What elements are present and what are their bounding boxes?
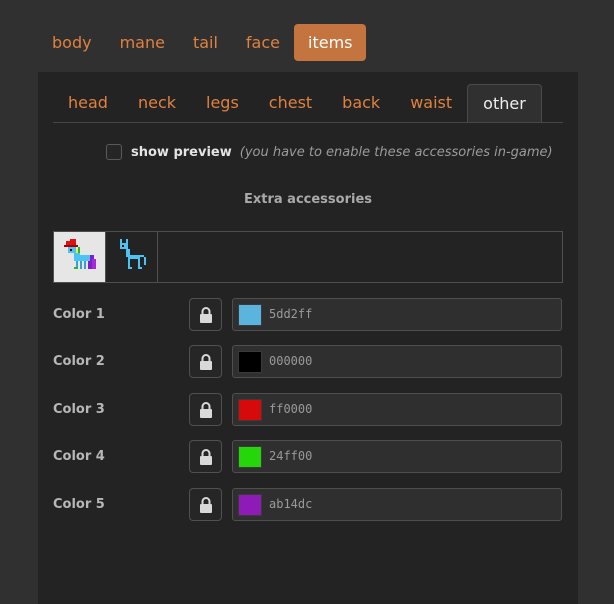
lock-icon [199, 401, 212, 418]
show-preview-checkbox[interactable] [106, 144, 122, 160]
color-hex-value[interactable]: ff0000 [269, 394, 312, 425]
color-label: Color 5 [53, 497, 105, 512]
tab-body[interactable]: body [38, 24, 106, 61]
tab-other[interactable]: other [467, 84, 542, 122]
color-label: Color 4 [53, 449, 105, 464]
lock-button[interactable] [189, 345, 222, 378]
color-input[interactable]: 24ff00 [232, 440, 562, 473]
tab-chest[interactable]: chest [254, 84, 327, 121]
color-input[interactable]: ab14dc [232, 488, 562, 521]
items-panel: head neck legs chest back waist other sh… [38, 72, 578, 604]
color-hex-value[interactable]: 000000 [269, 346, 312, 377]
pony-skeleton-icon [119, 239, 146, 269]
color-swatch[interactable] [238, 304, 262, 326]
show-preview-row: show preview (you have to enable these a… [106, 143, 553, 161]
item-category-tabs: head neck legs chest back waist other [53, 84, 563, 123]
color-input[interactable]: 5dd2ff [232, 298, 562, 331]
accessory-picker [53, 231, 563, 283]
lock-icon [199, 448, 212, 465]
lock-button[interactable] [189, 393, 222, 426]
color-swatch[interactable] [238, 446, 262, 468]
pony-with-hat-icon [63, 239, 96, 269]
lock-icon [199, 306, 212, 323]
color-input[interactable]: ff0000 [232, 393, 562, 426]
color-row-5: Color 5 ab14dc [53, 488, 563, 521]
color-row-3: Color 3 ff0000 [53, 393, 563, 426]
lock-button[interactable] [189, 488, 222, 521]
tab-mane[interactable]: mane [106, 24, 179, 61]
lock-button[interactable] [189, 298, 222, 331]
lock-icon [199, 496, 212, 513]
color-label: Color 2 [53, 354, 105, 369]
color-swatch[interactable] [238, 399, 262, 421]
color-row-1: Color 1 5dd2ff [53, 298, 563, 331]
color-hex-value[interactable]: ab14dc [269, 489, 312, 520]
tab-items[interactable]: items [294, 24, 367, 61]
color-label: Color 1 [53, 307, 105, 322]
color-input[interactable]: 000000 [232, 345, 562, 378]
tab-neck[interactable]: neck [123, 84, 191, 121]
accessory-slot-2[interactable] [106, 232, 158, 282]
color-hex-value[interactable]: 5dd2ff [269, 299, 312, 330]
color-row-4: Color 4 24ff00 [53, 440, 563, 473]
tab-tail[interactable]: tail [179, 24, 232, 61]
show-preview-label[interactable]: show preview [131, 145, 232, 160]
color-swatch[interactable] [238, 494, 262, 516]
tab-waist[interactable]: waist [395, 84, 467, 121]
color-row-2: Color 2 000000 [53, 345, 563, 378]
tab-face[interactable]: face [232, 24, 294, 61]
top-tab-bar: body mane tail face items [38, 24, 367, 62]
lock-icon [199, 353, 212, 370]
tab-back[interactable]: back [327, 84, 395, 121]
accessory-slot-1[interactable] [54, 232, 106, 282]
color-hex-value[interactable]: 24ff00 [269, 441, 312, 472]
lock-button[interactable] [189, 440, 222, 473]
show-preview-note: (you have to enable these accessories in… [239, 144, 553, 160]
color-swatch[interactable] [238, 351, 262, 373]
tab-head[interactable]: head [53, 84, 123, 121]
section-title: Extra accessories [243, 192, 373, 207]
tab-legs[interactable]: legs [191, 84, 254, 121]
color-label: Color 3 [53, 402, 105, 417]
